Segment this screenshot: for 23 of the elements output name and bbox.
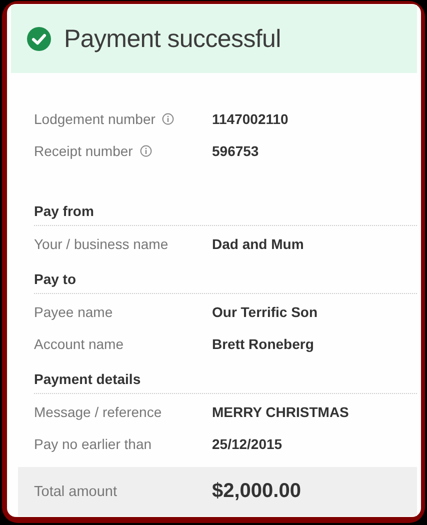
info-icon[interactable] — [140, 145, 152, 157]
field-label: Your / business name — [34, 236, 168, 252]
field-value: 596753 — [212, 143, 259, 159]
section-heading: Payment details — [34, 370, 141, 386]
field-label: Message / reference — [34, 404, 162, 420]
section-heading: Pay to — [34, 270, 76, 286]
field-label: Account name — [34, 336, 124, 352]
banner-title: Payment successful — [64, 24, 281, 54]
total-amount: $2,000.00 — [212, 480, 301, 503]
field-value: 25/12/2015 — [212, 436, 282, 452]
info-icon[interactable] — [162, 113, 174, 125]
section-heading: Pay from — [34, 202, 94, 218]
check-circle-icon — [26, 26, 52, 52]
field-value: Dad and Mum — [212, 236, 304, 252]
field-value: Our Terrific Son — [212, 304, 318, 320]
field-label: Pay no earlier than — [34, 436, 152, 452]
field-value: MERRY CHRISTMAS — [212, 404, 349, 420]
total-label: Total amount — [34, 484, 118, 500]
field-label: Lodgement number — [34, 111, 156, 127]
field-label: Payee name — [34, 304, 113, 320]
field-value: 1147002110 — [212, 111, 288, 127]
field-label: Receipt number — [34, 143, 133, 159]
field-value: Brett Roneberg — [212, 336, 314, 352]
